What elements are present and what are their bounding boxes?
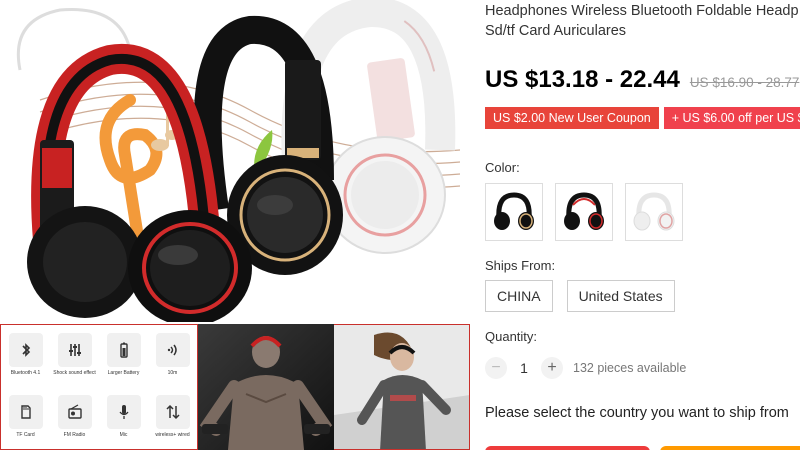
ships-from-options: CHINA United States [485,280,689,312]
price-row: US $13.18 - 22.44 US $16.90 - 28.77 [485,66,799,94]
product-title-line1: Headphones Wireless Bluetooth Foldable H… [485,3,799,19]
original-price: US $16.90 - 28.77 [689,75,800,90]
ships-from-label: Ships From: [485,258,556,273]
main-product-image[interactable] [0,0,470,322]
product-title[interactable]: Headphones Wireless Bluetooth Foldable H… [485,1,800,41]
quantity-stepper: − 1 + 132 pieces available [485,357,686,379]
ships-from-china-button[interactable]: CHINA [485,280,553,312]
bluetooth-icon [8,333,43,367]
color-option-white-pink[interactable] [625,183,683,241]
store-discount-coupon[interactable]: + US $6.00 off per US $ [663,107,800,129]
coupon-row: US $2.00 New User Coupon + US $6.00 off … [485,107,800,129]
feature-tile: wireless+ wired [151,391,194,447]
color-option-black-gold[interactable] [485,183,543,241]
feature-tile: Mic [102,391,145,447]
features-thumbnail[interactable]: Bluetooth 4.1 Shock sound effect Larger Ba… [0,324,198,450]
sd-card-icon [8,395,43,429]
feature-label: Mic [119,432,128,438]
feature-label: Shock sound effect [53,370,96,376]
product-title-line2: Sd/tf Card Auriculares [485,23,627,39]
headphone-black-gold-icon [494,192,534,230]
feature-tile: TF Card [4,391,47,447]
feature-tile: Larger Battery [102,329,145,385]
wired-wireless-icon [155,395,190,429]
new-user-coupon[interactable]: US $2.00 New User Coupon [485,107,659,129]
add-to-cart-button[interactable] [660,446,800,450]
color-swatches [485,183,695,241]
feature-label: TF Card [16,432,35,438]
current-price: US $13.18 - 22.44 [485,66,680,93]
quantity-label: Quantity: [485,329,538,344]
feature-label: wireless+ wired [155,432,190,438]
feature-label: Larger Battery [107,370,140,376]
feature-tile: Bluetooth 4.1 [4,329,47,385]
buy-now-button[interactable] [485,446,650,450]
feature-label: Bluetooth 4.1 [10,370,41,376]
feature-tile: FM Radio [53,391,96,447]
product-info-panel: Headphones Wireless Bluetooth Foldable H… [485,0,800,450]
quantity-increase-button[interactable]: + [541,357,563,379]
headphone-black-red-icon [564,192,604,230]
ship-country-message: Please select the country you want to sh… [485,405,789,421]
radio-icon [57,395,92,429]
feature-tile: 10m [151,329,194,385]
feature-tile: Shock sound effect [53,329,96,385]
equalizer-icon [57,333,92,367]
feature-label: FM Radio [63,432,86,438]
microphone-icon [106,395,141,429]
ships-from-united-states-button[interactable]: United States [566,280,675,312]
athlete-photo-thumbnail[interactable] [198,324,334,450]
signal-icon [155,333,190,367]
battery-icon [106,333,141,367]
action-buttons [485,446,800,450]
quantity-value[interactable]: 1 [507,360,541,376]
feature-label: 10m [167,370,178,376]
pieces-available: 132 pieces available [573,361,687,375]
runner-photo-thumbnail[interactable] [334,324,470,450]
color-option-black-red[interactable] [555,183,613,241]
color-label: Color: [485,160,520,175]
thumbnail-strip: Bluetooth 4.1 Shock sound effect Larger Ba… [0,324,470,450]
headphone-white-pink-icon [633,192,675,231]
quantity-decrease-button[interactable]: − [485,357,507,379]
